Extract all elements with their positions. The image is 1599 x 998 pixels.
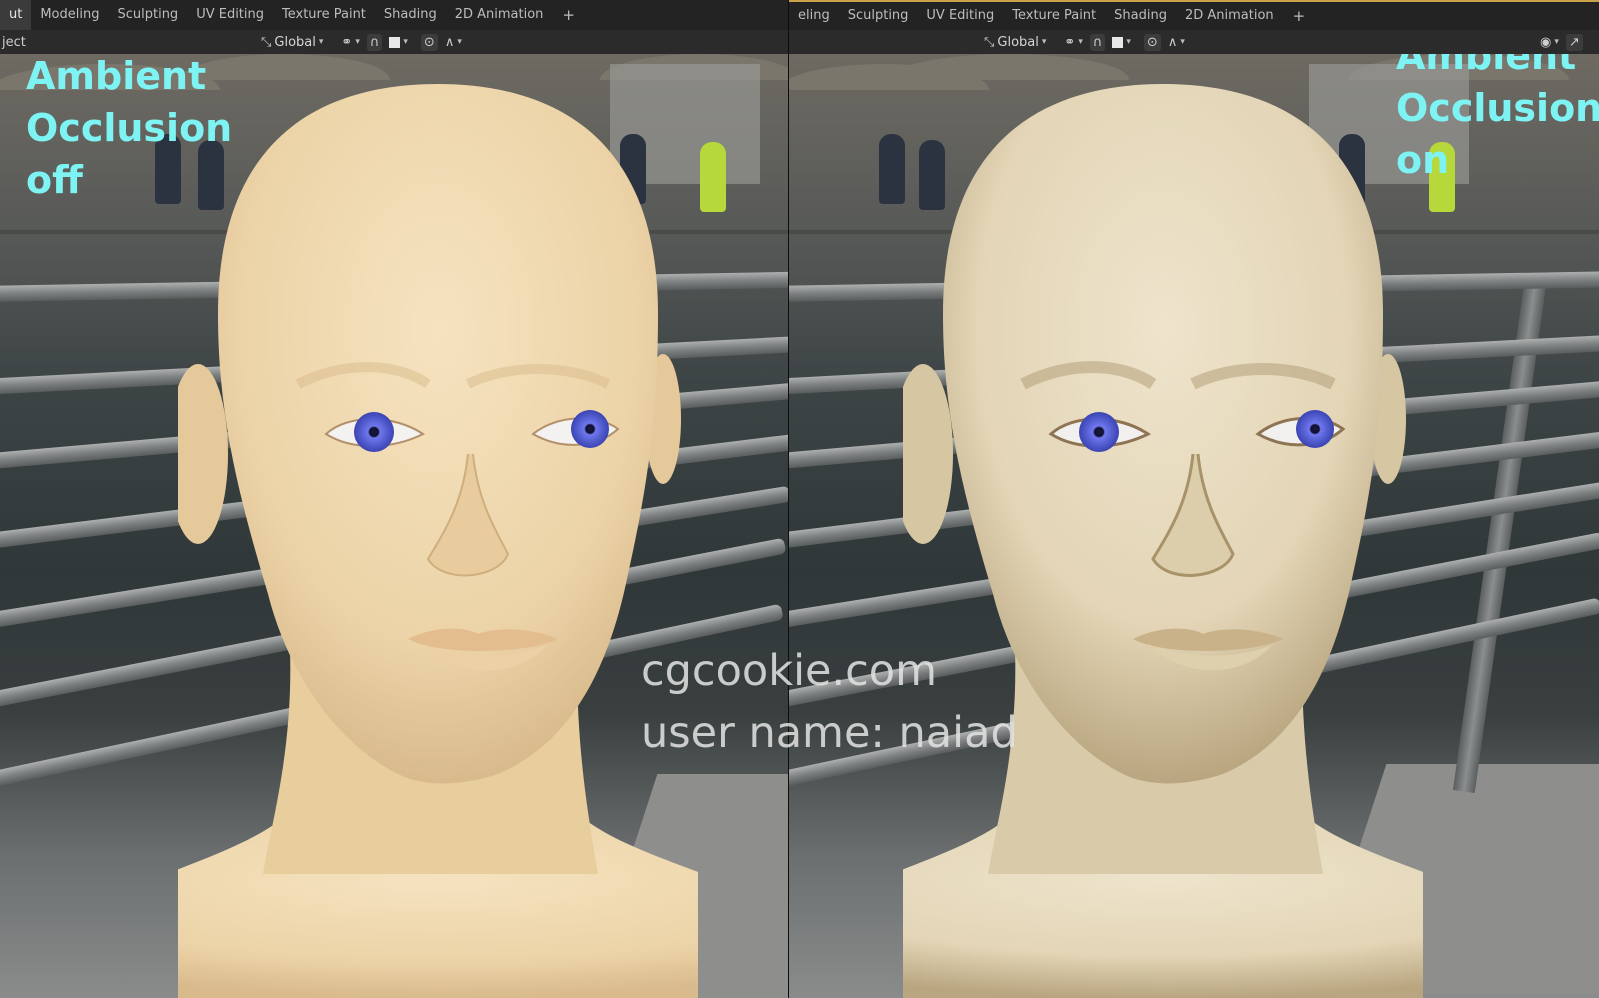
mode-menu[interactable]: ject	[2, 35, 26, 50]
transform-orientation-icon: ⤡	[261, 34, 272, 50]
chevron-down-icon: ▾	[1554, 37, 1559, 47]
ao-on-label: Ambient Occlusion on	[1396, 54, 1599, 186]
watermark-site: cgcookie.com	[641, 646, 938, 696]
snap-magnet-icon: ∩	[1092, 34, 1103, 50]
chevron-down-icon: ▾	[1078, 37, 1083, 47]
tab-shading[interactable]: Shading	[1105, 1, 1176, 31]
proportional-editing-toggle[interactable]: ⊙	[420, 33, 438, 51]
snap-target-icon	[389, 36, 401, 48]
label-line: off	[26, 158, 83, 202]
viewport-header: ject ⤡ Global ▾ ⚭ ▾ ∩ ▾ ⊙ ∧ ▾	[0, 30, 788, 54]
falloff-dropdown[interactable]: ∧ ▾	[442, 34, 465, 51]
chevron-down-icon: ▾	[1041, 37, 1047, 47]
falloff-dropdown[interactable]: ∧ ▾	[1165, 34, 1188, 51]
chevron-down-icon: ▾	[403, 37, 408, 47]
head-model-svg	[789, 84, 1599, 998]
visibility-dropdown[interactable]: ◉ ▾	[1537, 34, 1562, 51]
chevron-down-icon: ▾	[355, 37, 360, 47]
tab-sculpting[interactable]: Sculpting	[839, 1, 918, 31]
tab-uv-editing[interactable]: UV Editing	[187, 0, 273, 30]
tab-sculpting[interactable]: Sculpting	[108, 0, 187, 30]
tab-2d-animation[interactable]: 2D Animation	[446, 0, 553, 30]
workspace-tabs-bar: eling Sculpting UV Editing Texture Paint…	[789, 0, 1599, 31]
add-workspace-button[interactable]: +	[1283, 1, 1316, 31]
transform-orientation-dropdown[interactable]: ⤡ Global ▾	[981, 34, 1049, 51]
tab-texture-paint[interactable]: Texture Paint	[273, 0, 375, 30]
workspace-tabs-bar: ut Modeling Sculpting UV Editing Texture…	[0, 0, 788, 31]
ao-off-label: Ambient Occlusion off	[26, 54, 232, 206]
orientation-label: Global	[997, 34, 1039, 50]
snap-target-icon	[1112, 36, 1124, 48]
tab-uv-editing[interactable]: UV Editing	[917, 1, 1003, 31]
proportional-editing-toggle[interactable]: ⊙	[1143, 33, 1161, 51]
falloff-curve-icon: ∧	[1167, 34, 1178, 50]
pivot-point-icon: ⚭	[341, 34, 353, 50]
tab-shading[interactable]: Shading	[375, 0, 446, 30]
watermark: cgcookie.com user name: naiad	[641, 640, 1018, 764]
chevron-down-icon: ▾	[318, 37, 324, 47]
background-person	[700, 142, 726, 212]
watermark-user: user name: naiad	[641, 708, 1018, 758]
orientation-label: Global	[274, 34, 316, 50]
proportional-editing-icon: ⊙	[423, 34, 435, 50]
chevron-down-icon: ▾	[1180, 37, 1185, 47]
tab-2d-animation[interactable]: 2D Animation	[1176, 1, 1283, 31]
tab-texture-paint[interactable]: Texture Paint	[1003, 1, 1105, 31]
snap-target-dropdown[interactable]: ▾	[1109, 36, 1134, 49]
viewport-panel-right[interactable]: eling Sculpting UV Editing Texture Paint…	[789, 0, 1599, 998]
transform-orientation-dropdown[interactable]: ⤡ Global ▾	[258, 34, 326, 51]
tab-modeling[interactable]: Modeling	[31, 0, 108, 30]
label-line: Ambient	[1396, 54, 1577, 78]
pivot-point-dropdown[interactable]: ⚭ ▾	[338, 34, 362, 51]
chevron-down-icon: ▾	[457, 37, 462, 47]
label-line: on	[1396, 138, 1450, 182]
viewport-header: ⤡ Global ▾ ⚭ ▾ ∩ ▾ ⊙ ∧ ▾ ◉ ▾ ↗	[789, 30, 1599, 54]
chevron-down-icon: ▾	[1126, 37, 1131, 47]
eye-icon: ◉	[1540, 34, 1552, 50]
transform-orientation-icon: ⤡	[984, 34, 995, 50]
panel-divider[interactable]	[788, 0, 789, 998]
gizmo-icon: ↗	[1568, 34, 1580, 50]
snap-toggle[interactable]: ∩	[1089, 33, 1106, 51]
snap-toggle[interactable]: ∩	[366, 33, 383, 51]
viewport-panel-left[interactable]: ut Modeling Sculpting UV Editing Texture…	[0, 0, 788, 998]
tab-modeling[interactable]: eling	[789, 1, 839, 31]
3d-viewport-right[interactable]: Ambient Occlusion on	[789, 54, 1599, 998]
head-model-ao-off[interactable]	[0, 54, 788, 998]
add-workspace-button[interactable]: +	[552, 0, 585, 30]
label-line: Ambient	[26, 54, 207, 98]
label-line: Occlusion	[26, 106, 233, 150]
head-model-ao-on[interactable]	[789, 54, 1599, 998]
snap-magnet-icon: ∩	[369, 34, 380, 50]
pivot-point-icon: ⚭	[1064, 34, 1076, 50]
pivot-point-dropdown[interactable]: ⚭ ▾	[1061, 34, 1085, 51]
background-person	[879, 134, 905, 204]
head-model-svg	[0, 84, 788, 998]
falloff-curve-icon: ∧	[444, 34, 455, 50]
proportional-editing-icon: ⊙	[1146, 34, 1158, 50]
tab-layout[interactable]: ut	[0, 0, 32, 30]
3d-viewport-left[interactable]: Ambient Occlusion off	[0, 54, 788, 998]
label-line: Occlusion	[1396, 86, 1599, 130]
gizmo-toggle[interactable]: ↗	[1565, 33, 1583, 51]
snap-target-dropdown[interactable]: ▾	[386, 36, 411, 49]
